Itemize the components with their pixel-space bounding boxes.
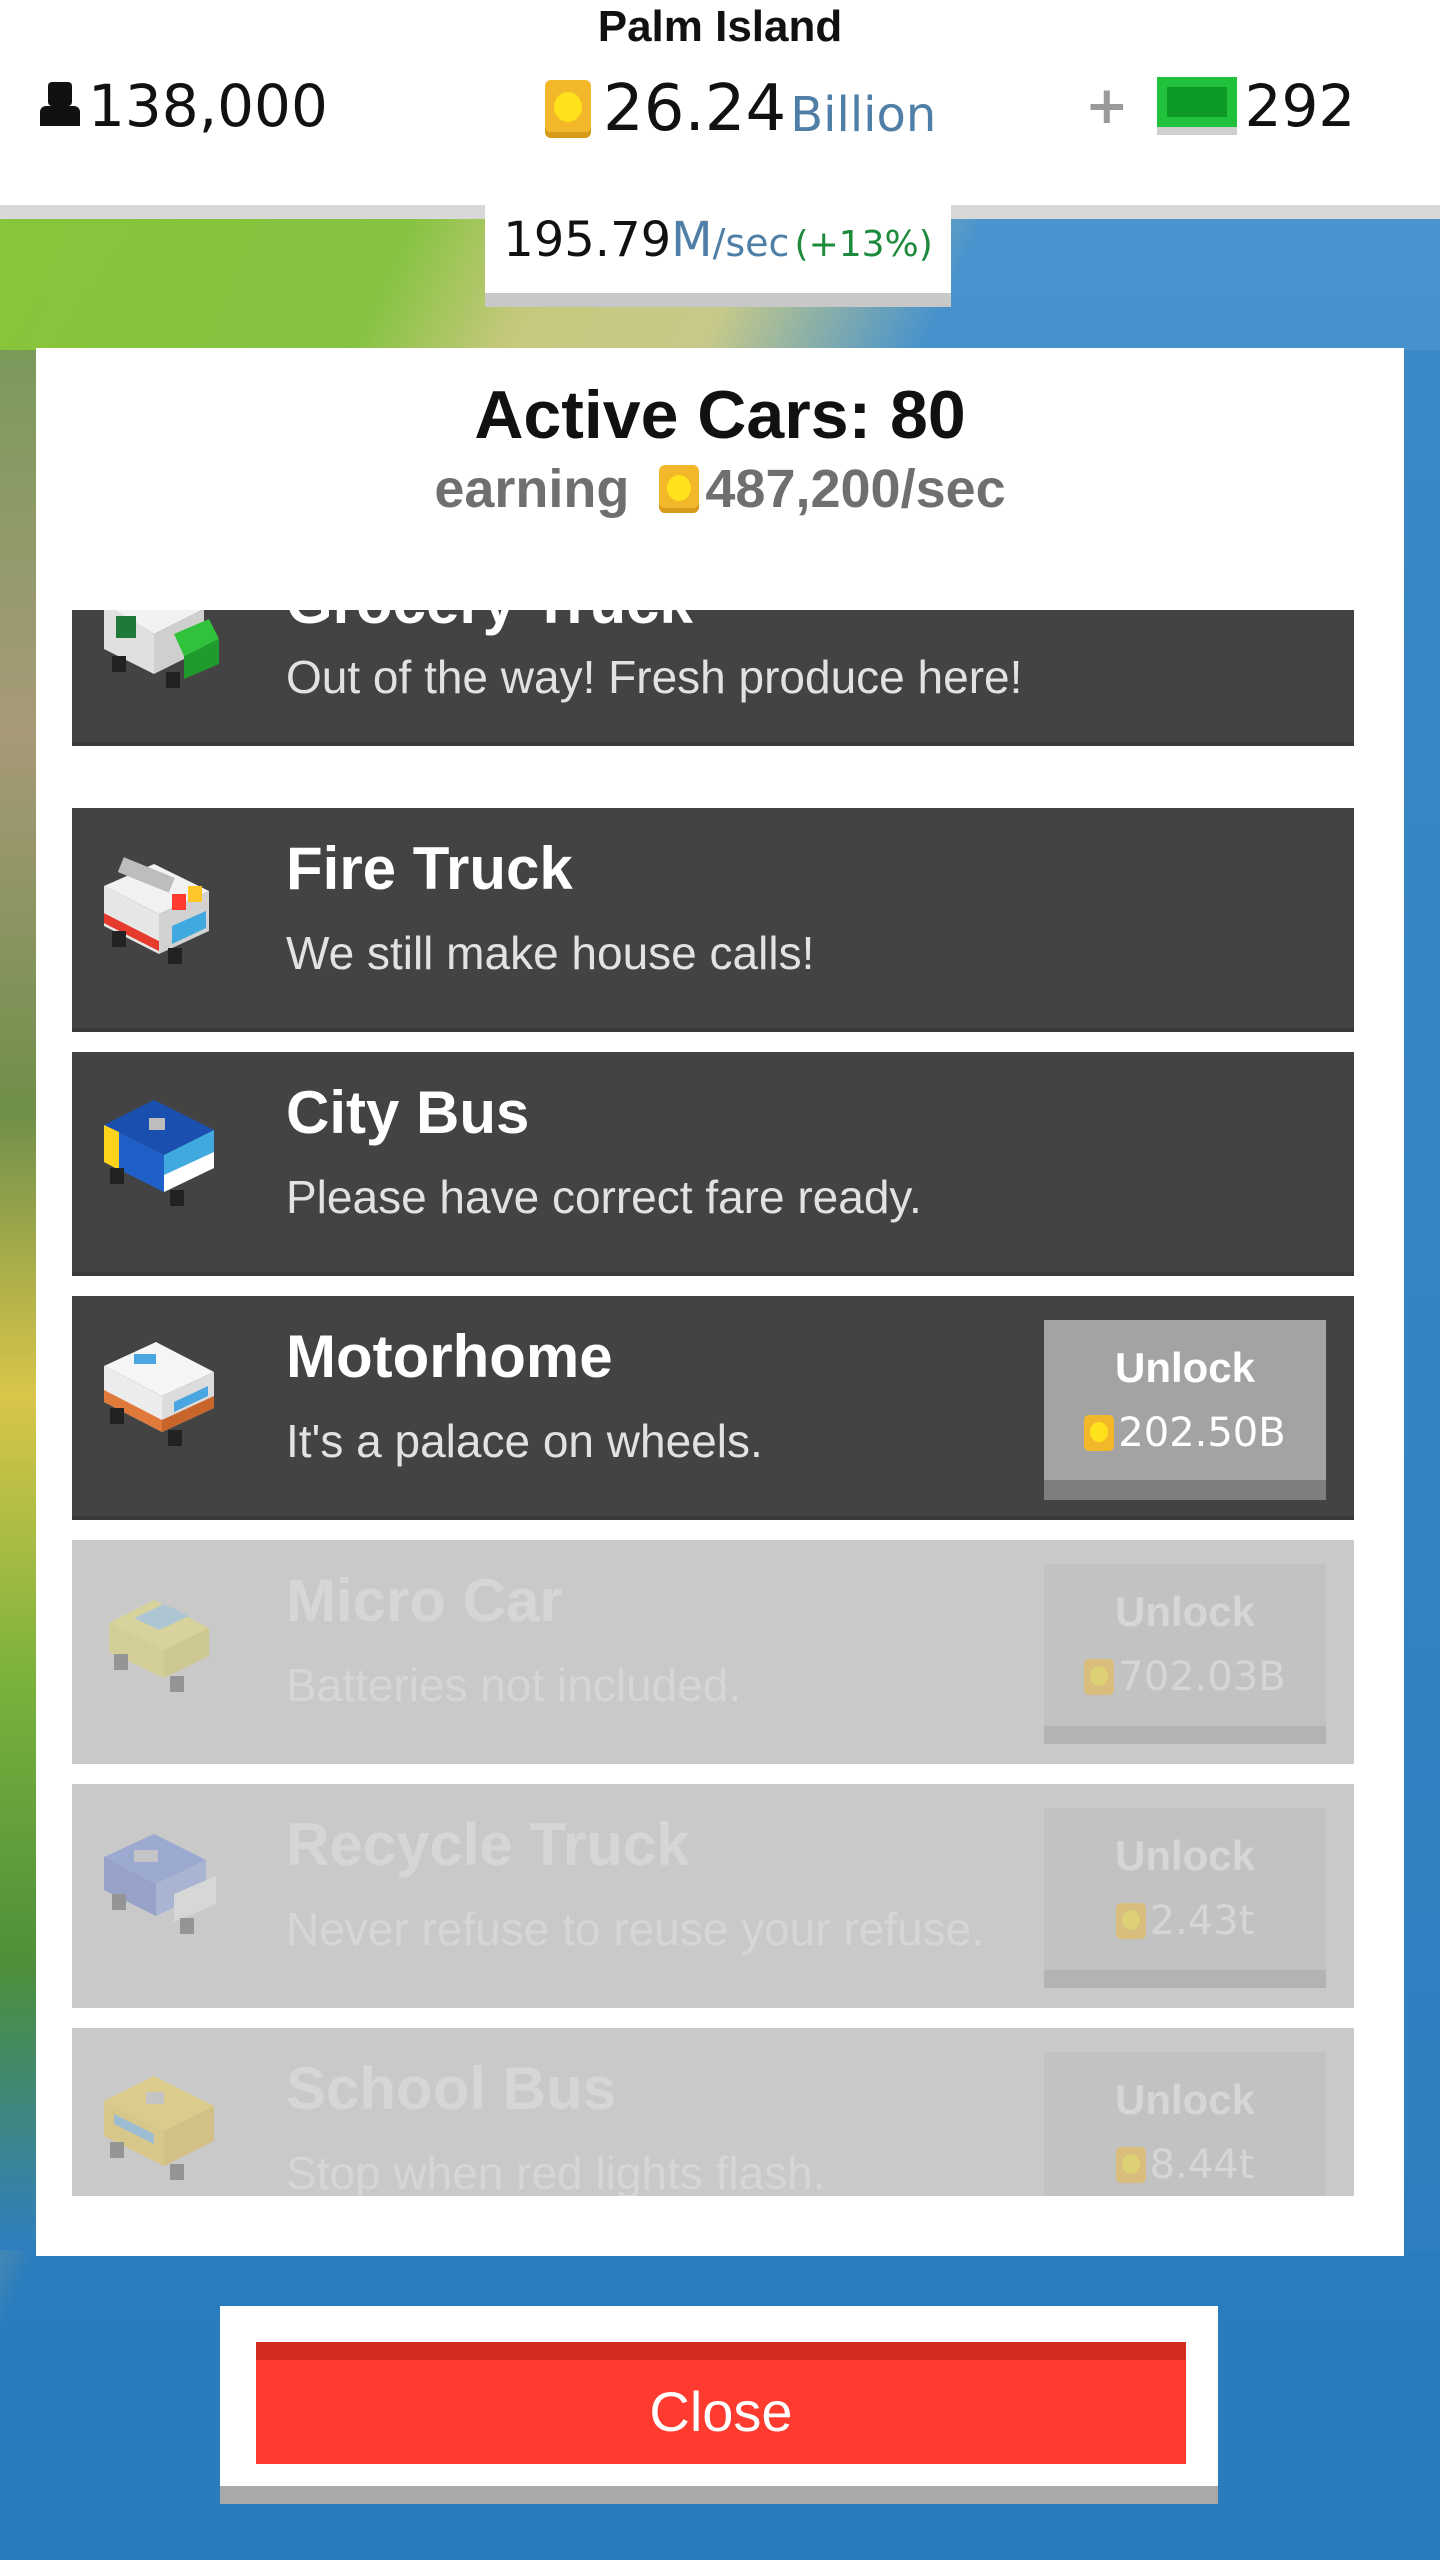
add-gems-button[interactable]: +: [1085, 76, 1129, 136]
close-button-frame: Close: [220, 2306, 1218, 2504]
person-icon: [38, 80, 82, 132]
price-value: 702.03B: [1118, 1654, 1286, 1700]
car-row-school-bus[interactable]: School Bus Stop when red lights flash. U…: [72, 2028, 1354, 2196]
unlock-price: 202.50B: [1044, 1410, 1326, 1456]
car-row-city-bus[interactable]: City Bus Please have correct fare ready.: [72, 1052, 1354, 1276]
car-row-motorhome[interactable]: Motorhome It's a palace on wheels. Unloc…: [72, 1296, 1354, 1520]
grocery-truck-icon: [104, 610, 219, 688]
car-description: We still make house calls!: [286, 927, 815, 979]
earning-value: 487,200/sec: [705, 459, 1006, 519]
active-cars-modal: Active Cars: 80 earning 487,200/sec Groc…: [36, 348, 1404, 2256]
car-row-recycle-truck[interactable]: Recycle Truck Never refuse to reuse your…: [72, 1784, 1354, 2008]
unlock-button[interactable]: Unlock 8.44t: [1044, 2052, 1326, 2196]
earning-label: earning: [434, 459, 630, 519]
car-description: Out of the way! Fresh produce here!: [286, 651, 1023, 703]
car-name: Fire Truck: [286, 835, 573, 902]
cash-unit: Billion: [790, 87, 937, 143]
gem-icon: [1156, 77, 1237, 135]
rate-unit: M: [671, 212, 713, 268]
coin-icon: [1084, 1415, 1115, 1451]
car-description: Never refuse to reuse your refuse.: [286, 1903, 984, 1955]
motorhome-icon: [104, 1342, 214, 1446]
unlock-button[interactable]: Unlock 702.03B: [1044, 1564, 1326, 1744]
coin-icon: [659, 465, 700, 513]
car-row-grocery-truck[interactable]: Grocery Truck Out of the way! Fresh prod…: [72, 610, 1354, 746]
micro-car-icon: [109, 1600, 209, 1692]
car-name: Micro Car: [286, 1567, 563, 1634]
unlock-button[interactable]: Unlock 2.43t: [1044, 1808, 1326, 1988]
coin-icon: [1115, 1903, 1146, 1939]
unlock-label: Unlock: [1114, 1344, 1256, 1391]
cash-value: 26.24: [603, 72, 787, 146]
car-name: City Bus: [286, 1079, 530, 1146]
car-row-fire-truck[interactable]: Fire Truck We still make house calls!: [72, 808, 1354, 1032]
car-name: School Bus: [286, 2055, 617, 2122]
population-counter: 138,000: [38, 72, 328, 140]
city-bus-icon: [104, 1100, 214, 1206]
car-name: Grocery Truck: [286, 610, 693, 637]
earning-line: earning 487,200/sec: [36, 458, 1404, 520]
car-description: Please have correct fare ready.: [286, 1171, 922, 1223]
fire-truck-icon: [104, 857, 209, 964]
rate-value: 195.79: [503, 212, 672, 268]
game-world-right-edge: [1404, 350, 1440, 2250]
unlock-label: Unlock: [1114, 1832, 1256, 1879]
top-hud: Palm Island 138,000 26.24 Billion + 292: [0, 0, 1440, 219]
unlock-price: 8.44t: [1044, 2142, 1326, 2188]
car-name: Motorhome: [286, 1323, 613, 1390]
close-button[interactable]: Close: [256, 2342, 1186, 2464]
gem-counter[interactable]: + 292: [1085, 72, 1355, 140]
modal-title: Active Cars: 80: [474, 377, 966, 453]
population-value: 138,000: [88, 72, 328, 140]
recycle-truck-icon: [104, 1834, 216, 1934]
car-row-micro-car[interactable]: Micro Car Batteries not included. Unlock…: [72, 1540, 1354, 1764]
coin-icon: [545, 80, 591, 138]
car-description: It's a palace on wheels.: [286, 1415, 763, 1467]
car-name: Recycle Truck: [286, 1811, 690, 1878]
unlock-label: Unlock: [1114, 2076, 1256, 2123]
coin-icon: [1115, 2147, 1146, 2183]
car-list[interactable]: Grocery Truck Out of the way! Fresh prod…: [72, 610, 1354, 2196]
price-value: 202.50B: [1118, 1410, 1286, 1456]
unlock-price: 702.03B: [1044, 1654, 1326, 1700]
coin-icon: [1084, 1659, 1115, 1695]
car-description: Stop when red lights flash.: [286, 2147, 826, 2196]
car-description: Batteries not included.: [286, 1659, 742, 1711]
cash-counter: 26.24 Billion: [545, 72, 936, 146]
rate-bonus: (+13%): [794, 224, 933, 265]
unlock-price: 2.43t: [1044, 1898, 1326, 1944]
gem-value: 292: [1244, 72, 1356, 140]
rate-per: /sec: [712, 221, 790, 265]
price-value: 8.44t: [1149, 2142, 1255, 2188]
unlock-button[interactable]: Unlock 202.50B: [1044, 1320, 1326, 1500]
income-rate-tab: 195.79M/sec (+13%): [485, 205, 951, 307]
unlock-label: Unlock: [1114, 1588, 1256, 1635]
price-value: 2.43t: [1149, 1898, 1255, 1944]
school-bus-icon: [104, 2076, 214, 2180]
game-world-left-edge: [0, 350, 40, 2250]
island-name: Palm Island: [597, 2, 843, 51]
